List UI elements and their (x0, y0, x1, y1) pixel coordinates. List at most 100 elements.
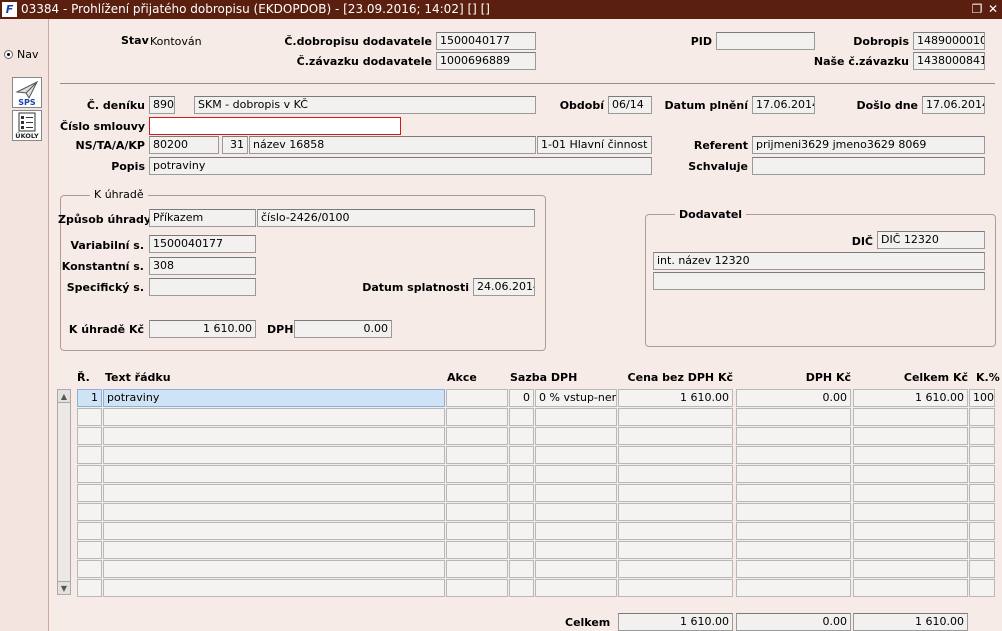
ucet-field[interactable]: číslo-2426/0100 (257, 209, 535, 227)
cdeniku-field[interactable]: 890 (149, 96, 175, 114)
grid-cell-sazba-text[interactable] (535, 484, 617, 502)
obdobi-field[interactable]: 06/14 (608, 96, 652, 114)
grid-cell-k[interactable] (969, 408, 995, 426)
grid-cell-cena[interactable] (618, 408, 733, 426)
grid-cell-celkem[interactable] (853, 522, 968, 540)
grid-cell-celkem[interactable] (853, 465, 968, 483)
total-dph-field[interactable]: 0.00 (736, 613, 851, 631)
dobropis-field[interactable]: 1489000010 (913, 32, 985, 50)
grid-cell-text[interactable] (103, 427, 445, 445)
grid-cell-sazba-text[interactable] (535, 541, 617, 559)
grid-cell-r[interactable] (77, 446, 102, 464)
grid-cell-k[interactable] (969, 503, 995, 521)
scroll-up-icon[interactable]: ▲ (58, 390, 70, 403)
grid-cell-akce[interactable] (446, 560, 508, 578)
spec-field[interactable] (149, 278, 256, 296)
grid-cell-akce[interactable] (446, 541, 508, 559)
grid-cell-r[interactable] (77, 579, 102, 597)
grid-cell-r[interactable] (77, 465, 102, 483)
cdobropisu-field[interactable]: 1500040177 (436, 32, 536, 50)
grid-cell-k[interactable] (969, 541, 995, 559)
ns-field[interactable]: 80200 (149, 136, 219, 154)
grid-cell-celkem[interactable]: 1 610.00 (853, 389, 968, 407)
dodavatel-extra-field[interactable] (653, 272, 985, 290)
grid-cell-sazba-num[interactable] (509, 484, 534, 502)
grid-cell-k[interactable] (969, 522, 995, 540)
total-celkem-field[interactable]: 1 610.00 (853, 613, 968, 631)
grid-cell-k[interactable] (969, 446, 995, 464)
grid-cell-cena[interactable] (618, 465, 733, 483)
splatnost-field[interactable]: 24.06.2014 (473, 278, 535, 296)
grid-cell-celkem[interactable] (853, 579, 968, 597)
grid-cell-dph[interactable] (736, 541, 851, 559)
grid-cell-r[interactable]: 1 (77, 389, 102, 407)
grid-scrollbar[interactable]: ▲ ▼ (57, 389, 71, 595)
dph-field[interactable]: 0.00 (294, 320, 392, 338)
var-field[interactable]: 1500040177 (149, 235, 256, 253)
grid-cell-sazba-text[interactable] (535, 446, 617, 464)
grid-cell-cena[interactable] (618, 541, 733, 559)
close-icon[interactable]: ✕ (985, 1, 1001, 17)
grid-cell-text[interactable] (103, 408, 445, 426)
grid-cell-text[interactable] (103, 560, 445, 578)
grid-cell-dph[interactable] (736, 560, 851, 578)
grid-cell-celkem[interactable] (853, 446, 968, 464)
grid-cell-akce[interactable] (446, 427, 508, 445)
grid-cell-r[interactable] (77, 522, 102, 540)
grid-cell-text[interactable] (103, 465, 445, 483)
grid-cell-celkem[interactable] (853, 503, 968, 521)
grid-cell-dph[interactable] (736, 427, 851, 445)
grid-cell-sazba-num[interactable] (509, 503, 534, 521)
grid-cell-dph[interactable] (736, 579, 851, 597)
grid-cell-r[interactable] (77, 408, 102, 426)
cislo-smlouvy-field[interactable] (149, 117, 401, 135)
grid-cell-text[interactable] (103, 579, 445, 597)
sps-button[interactable]: SPS (12, 77, 42, 108)
grid-cell-text[interactable] (103, 541, 445, 559)
dic-field[interactable]: DIČ 12320 (877, 231, 985, 249)
grid-cell-r[interactable] (77, 541, 102, 559)
grid-cell-sazba-text[interactable] (535, 503, 617, 521)
datum-plneni-field[interactable]: 17.06.2014 (752, 96, 815, 114)
grid-cell-sazba-text[interactable] (535, 465, 617, 483)
grid-cell-text[interactable] (103, 484, 445, 502)
grid-cell-k[interactable] (969, 560, 995, 578)
grid-cell-cena[interactable]: 1 610.00 (618, 389, 733, 407)
konst-field[interactable]: 308 (149, 257, 256, 275)
grid-cell-k[interactable] (969, 465, 995, 483)
doslo-field[interactable]: 17.06.2014 (922, 96, 985, 114)
grid-cell-text[interactable] (103, 522, 445, 540)
grid-cell-sazba-text[interactable] (535, 579, 617, 597)
grid-cell-sazba-num[interactable] (509, 446, 534, 464)
grid-cell-akce[interactable] (446, 484, 508, 502)
grid-cell-cena[interactable] (618, 503, 733, 521)
grid-cell-cena[interactable] (618, 484, 733, 502)
grid-cell-dph[interactable] (736, 522, 851, 540)
grid-cell-r[interactable] (77, 484, 102, 502)
grid-cell-sazba-num[interactable] (509, 427, 534, 445)
grid-cell-sazba-num[interactable] (509, 541, 534, 559)
grid-cell-dph[interactable] (736, 503, 851, 521)
restore-icon[interactable]: ❐ (969, 1, 985, 17)
czavazku-field[interactable]: 1000696889 (436, 52, 536, 70)
nav-radio[interactable] (4, 50, 13, 59)
grid-cell-celkem[interactable] (853, 484, 968, 502)
grid-cell-cena[interactable] (618, 446, 733, 464)
grid-cell-akce[interactable] (446, 465, 508, 483)
denik-name-field[interactable]: SKM - dobropis v KČ (194, 96, 536, 114)
grid-cell-akce[interactable] (446, 503, 508, 521)
popis-field[interactable]: potraviny (149, 157, 652, 175)
grid-cell-celkem[interactable] (853, 408, 968, 426)
nase-field[interactable]: 1438000841 (913, 52, 985, 70)
grid-cell-dph[interactable] (736, 484, 851, 502)
grid-cell-celkem[interactable] (853, 427, 968, 445)
grid-cell-k[interactable]: 100 (969, 389, 995, 407)
grid-cell-sazba-text[interactable] (535, 522, 617, 540)
total-cena-field[interactable]: 1 610.00 (618, 613, 733, 631)
grid-cell-sazba-num[interactable] (509, 522, 534, 540)
schvaluje-field[interactable] (752, 157, 985, 175)
grid-cell-cena[interactable] (618, 560, 733, 578)
grid-cell-k[interactable] (969, 484, 995, 502)
grid-cell-sazba-text[interactable] (535, 560, 617, 578)
referent-field[interactable]: prijmeni3629 jmeno3629 8069 (752, 136, 985, 154)
